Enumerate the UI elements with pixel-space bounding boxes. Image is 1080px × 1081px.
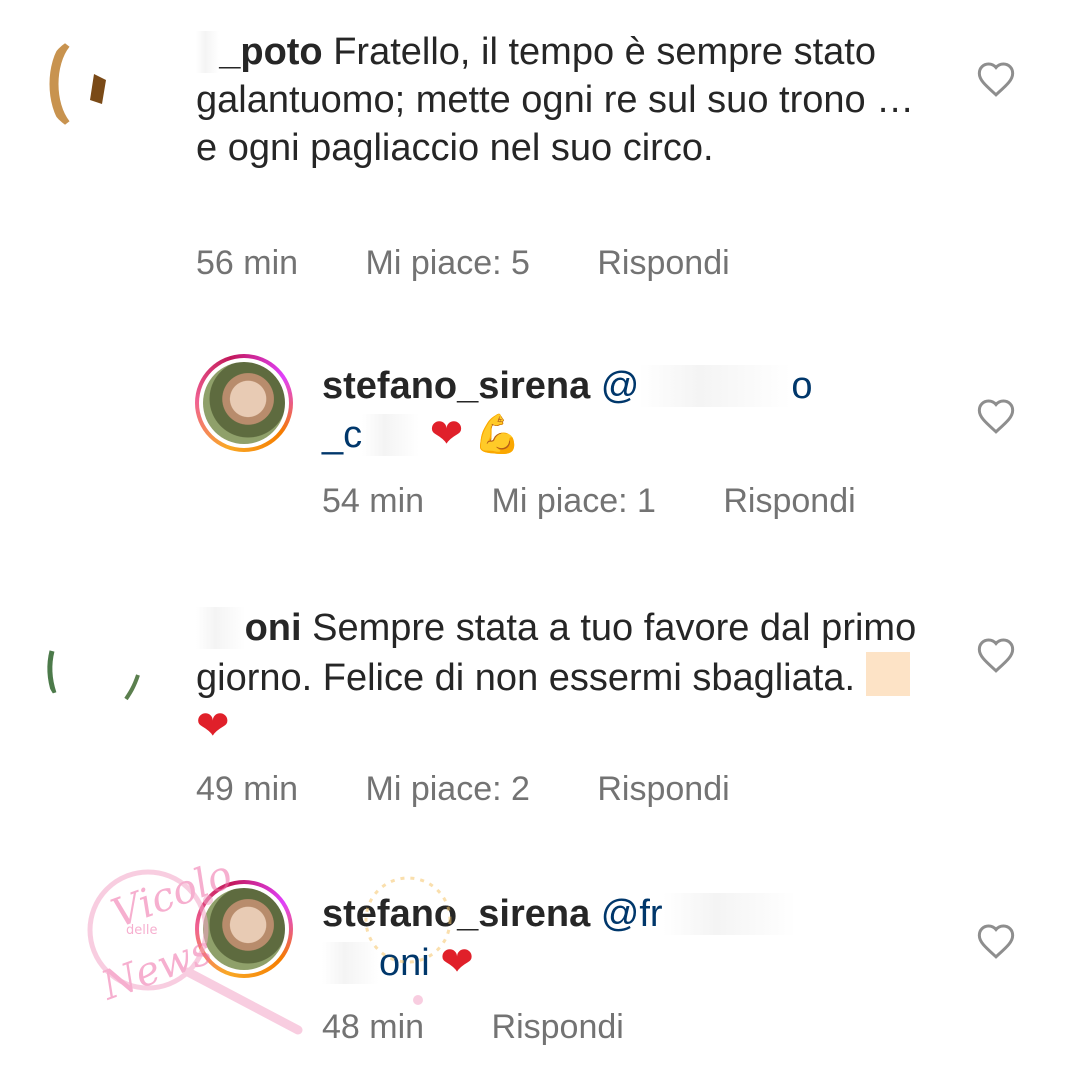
mention-continuation[interactable]: _cxxx: [322, 414, 420, 456]
heart-outline-icon[interactable]: [976, 636, 1016, 674]
comment-time: 56 min: [196, 244, 299, 282]
comment-meta: 48 min Rispondi: [322, 1008, 682, 1047]
mention-continuation[interactable]: xxxoni: [322, 942, 430, 984]
comment-username[interactable]: fraoni: [196, 607, 302, 649]
red-heart-icon: ❤: [196, 703, 230, 749]
reply-button[interactable]: Rispondi: [492, 1008, 624, 1046]
likes-count[interactable]: Mi piace: 2: [366, 770, 530, 808]
comment-username[interactable]: u_poto: [196, 31, 323, 73]
avatar[interactable]: [195, 354, 293, 452]
comment-meta: 56 min Mi piace: 5 Rispondi: [196, 244, 788, 283]
heart-outline-icon[interactable]: [976, 922, 1016, 960]
comment-text: fraoni Sempre stata a tuo favore dal pri…: [196, 607, 917, 749]
svg-text:delle: delle: [126, 923, 157, 938]
red-heart-icon: ❤: [440, 939, 474, 985]
comment-text: stefano_sirena @frxxxxxxx xxxoni ❤: [322, 890, 942, 987]
reply-button[interactable]: Rispondi: [597, 244, 729, 282]
reply-button[interactable]: Rispondi: [723, 482, 855, 520]
mention[interactable]: @xxxxxxxxo: [601, 365, 813, 407]
likes-count[interactable]: Mi piace: 1: [492, 482, 656, 520]
avatar[interactable]: [195, 880, 293, 978]
emoji-placeholder-icon: [865, 652, 910, 696]
comment-username[interactable]: stefano_sirena: [322, 365, 590, 407]
mention[interactable]: @frxxxxxxx: [601, 893, 796, 935]
flexed-biceps-icon: 💪: [473, 412, 522, 456]
comment-text: u_poto Fratello, il tempo è sempre stato…: [196, 31, 915, 169]
avatar[interactable]: [44, 34, 144, 134]
red-heart-icon: ❤: [429, 411, 464, 457]
comment-meta: 54 min Mi piace: 1 Rispondi: [322, 482, 914, 521]
comment-time: 54 min: [322, 482, 425, 520]
avatar[interactable]: [44, 615, 144, 715]
heart-outline-icon[interactable]: [976, 397, 1016, 435]
reply-button[interactable]: Rispondi: [597, 770, 729, 808]
comment-time: 49 min: [196, 770, 299, 808]
heart-outline-icon[interactable]: [976, 60, 1016, 98]
likes-count[interactable]: Mi piace: 5: [366, 244, 530, 282]
comment-time: 48 min: [322, 1008, 425, 1046]
comment-meta: 49 min Mi piace: 2 Rispondi: [196, 770, 788, 809]
comment-username[interactable]: stefano_sirena: [322, 893, 590, 935]
comment-text: stefano_sirena @xxxxxxxxo _cxxx ❤ 💪: [322, 362, 942, 459]
